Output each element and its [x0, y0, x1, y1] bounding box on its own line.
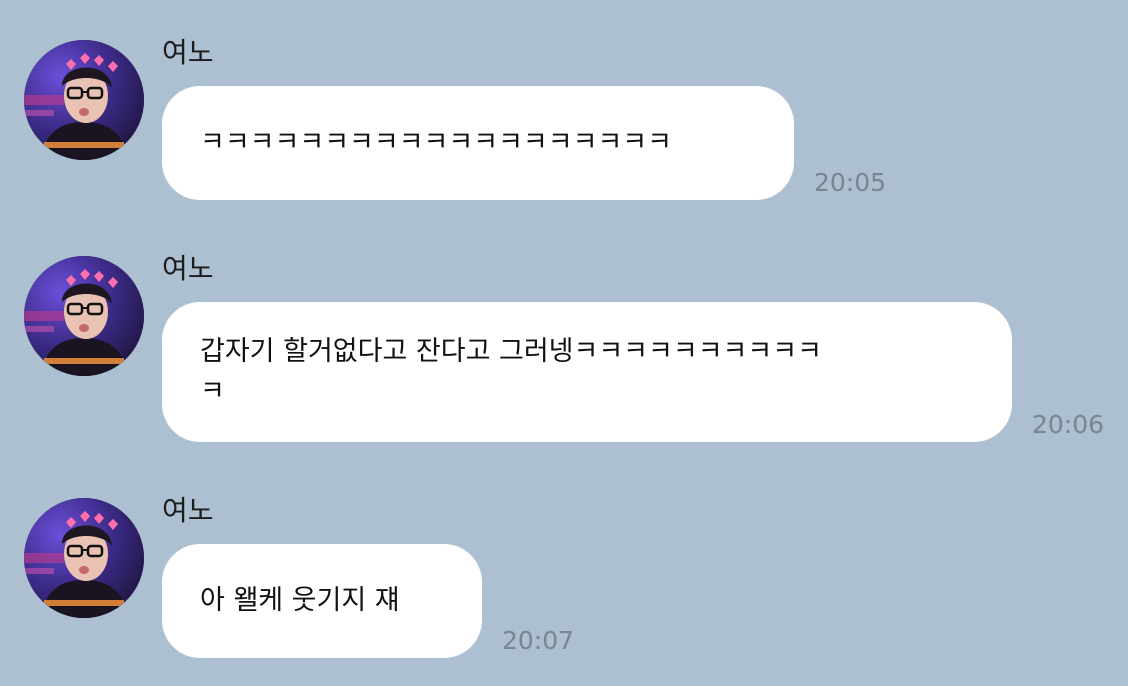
- message-timestamp: 20:06: [1032, 410, 1105, 439]
- profile-photo-avatar-icon: [24, 256, 144, 376]
- message-timestamp: 20:07: [502, 626, 575, 655]
- profile-photo-avatar-icon: [24, 498, 144, 618]
- sender-name: 여노: [162, 36, 214, 69]
- avatar[interactable]: [24, 40, 144, 160]
- message-text: 아 왤케 웃기지 쟤: [200, 585, 400, 616]
- profile-photo-avatar-icon: [24, 40, 144, 160]
- sender-name: 여노: [162, 494, 214, 527]
- avatar[interactable]: [24, 498, 144, 618]
- sender-name: 여노: [162, 252, 214, 285]
- message-text: ㅋㅋㅋㅋㅋㅋㅋㅋㅋㅋㅋㅋㅋㅋㅋㅋㅋㅋㅋ: [200, 127, 672, 158]
- message-timestamp: 20:05: [814, 168, 887, 197]
- message-bubble[interactable]: 갑자기 할거없다고 잔다고 그러넹ㅋㅋㅋㅋㅋㅋㅋㅋㅋㅋ ㅋ: [162, 302, 1012, 442]
- message-text: 갑자기 할거없다고 잔다고 그러넹ㅋㅋㅋㅋㅋㅋㅋㅋㅋㅋ ㅋ: [200, 336, 822, 407]
- message-bubble[interactable]: ㅋㅋㅋㅋㅋㅋㅋㅋㅋㅋㅋㅋㅋㅋㅋㅋㅋㅋㅋ: [162, 86, 794, 200]
- message-bubble[interactable]: 아 왤케 웃기지 쟤: [162, 544, 482, 658]
- avatar[interactable]: [24, 256, 144, 376]
